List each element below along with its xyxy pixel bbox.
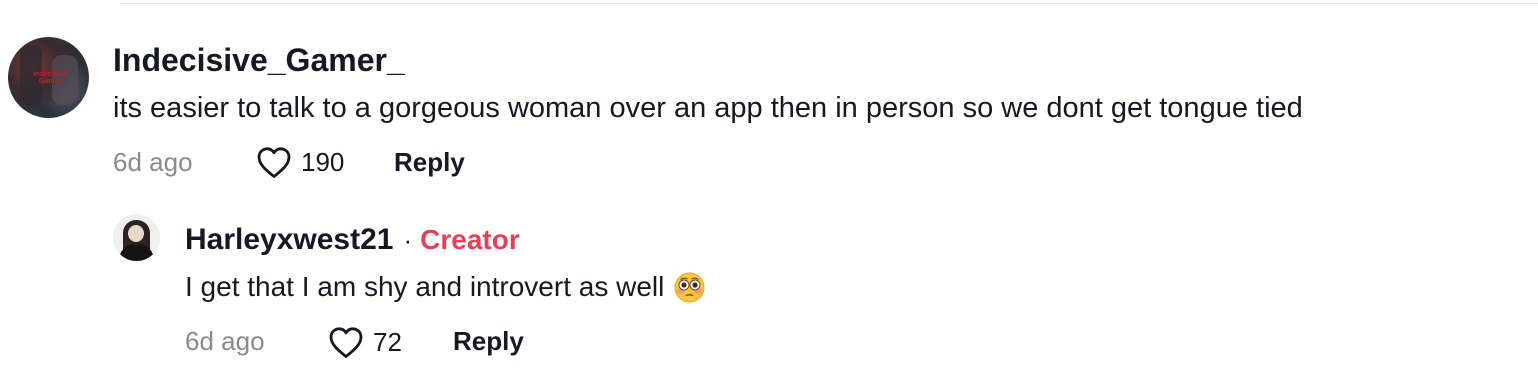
comment-username[interactable]: Indecisive_Gamer_	[113, 40, 405, 80]
avatar-face	[128, 225, 144, 242]
reply-button[interactable]: Reply	[394, 146, 465, 178]
separator-dot: ·	[403, 225, 413, 255]
comment-text: its easier to talk to a gorgeous woman o…	[113, 92, 1303, 124]
comment-timestamp: 6d ago	[113, 147, 193, 177]
like-count: 190	[301, 147, 345, 177]
avatar-logo: Indecisive Gamer	[33, 71, 67, 85]
flushed-face-emoji-icon	[674, 272, 705, 303]
divider	[120, 3, 1538, 4]
like-button[interactable]: 190	[256, 144, 344, 180]
reply-like-button[interactable]: 72	[328, 324, 402, 360]
reply-avatar[interactable]	[113, 214, 160, 261]
reply-text-row: I get that I am shy and introvert as wel…	[185, 270, 705, 304]
creator-badge: Creator	[420, 224, 520, 255]
reply-timestamp: 6d ago	[185, 326, 265, 356]
reply-like-count: 72	[373, 327, 402, 357]
heart-icon	[328, 326, 364, 359]
reply-reply-button[interactable]: Reply	[453, 325, 524, 357]
reply-text: I get that I am shy and introvert as wel…	[185, 271, 665, 302]
avatar[interactable]: Indecisive Gamer	[8, 37, 89, 118]
reply-username[interactable]: Harleyxwest21	[185, 221, 393, 259]
reply-header: Harleyxwest21 · Creator	[185, 221, 520, 259]
heart-icon	[256, 146, 292, 179]
